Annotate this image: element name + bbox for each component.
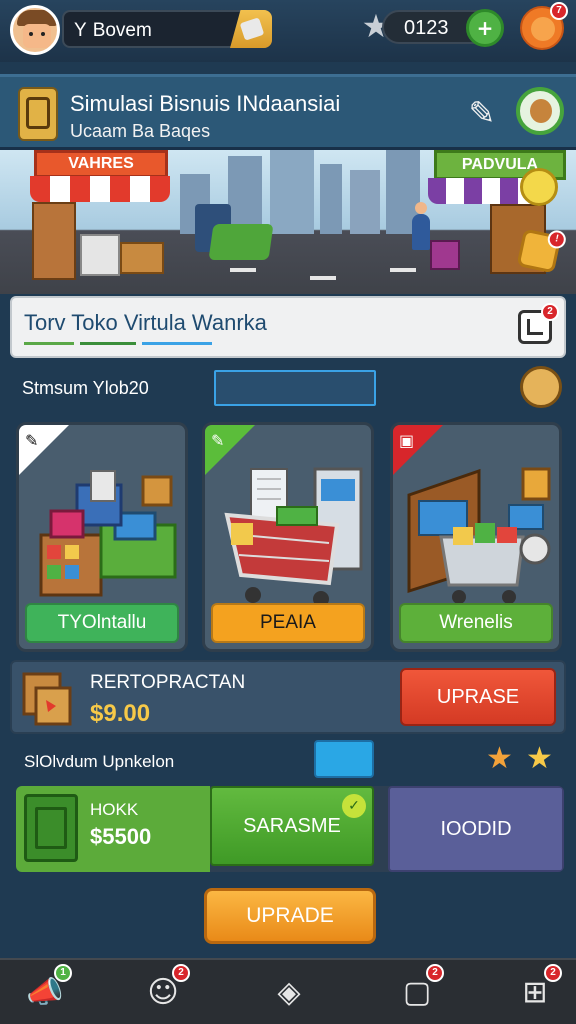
crate-icon: [22, 672, 72, 726]
upgrade-title: RERTOPRACTAN: [90, 672, 246, 693]
tag-icon: ✎: [211, 431, 225, 450]
section-label-row-2: SlOlvdum Upnkelon ★ ★: [10, 740, 566, 784]
underline: [142, 342, 212, 345]
market-scene: VAHRES PADVULA: [0, 150, 576, 294]
left-stall-sign: VAHRES: [34, 150, 168, 178]
counter: [80, 234, 120, 276]
road-line: [310, 276, 336, 280]
eye-icon: [29, 32, 33, 36]
underline: [24, 342, 74, 345]
item-price: $5500: [90, 824, 152, 849]
nav-grid-icon[interactable]: ⊞ 2: [510, 964, 562, 1018]
section-label-row: Stmsum Ylob20: [10, 362, 566, 412]
section-label: Stmsum Ylob20: [22, 378, 149, 398]
safe-icon: [24, 794, 78, 862]
tag-icon: ▣: [399, 431, 415, 450]
notification-badge: 7: [550, 2, 568, 20]
purchase-button[interactable]: UPRASE: [400, 668, 556, 726]
edit-icon: [527, 319, 543, 335]
top-status-bar: Y Bovem ★ 0123 + 7: [0, 0, 576, 62]
profile-button[interactable]: [516, 87, 564, 135]
logo-frame: [26, 97, 50, 129]
upgrade-price: $9.00: [90, 700, 151, 727]
building: [320, 164, 342, 234]
price-tag-icon[interactable]: [520, 168, 558, 206]
safe-door: [35, 807, 67, 849]
player-avatar[interactable]: [10, 5, 60, 55]
discount-tag-icon[interactable]: !: [516, 228, 568, 274]
register-cart-illustration: [407, 467, 551, 604]
section-chip[interactable]: [314, 740, 374, 778]
page-subtitle: Ucaam Ba Baqes: [70, 121, 211, 141]
shopper-figure: [412, 202, 430, 250]
crate: [430, 240, 460, 270]
star-icon[interactable]: ★: [526, 742, 553, 776]
card-2-button[interactable]: PEAIA: [211, 603, 365, 643]
nav-shop-icon[interactable]: ▢ 2: [392, 964, 444, 1018]
nav-badge: 2: [426, 964, 444, 982]
nav-badge: 2: [172, 964, 190, 982]
underline: [80, 342, 136, 345]
star-icon[interactable]: ★: [486, 742, 513, 776]
product-card-3[interactable]: ▣ Wrenelis: [390, 422, 562, 652]
scroll-roll-icon[interactable]: [520, 366, 562, 408]
profile-face-icon: [530, 99, 552, 123]
nav-megaphone-icon[interactable]: 📣 1: [20, 964, 72, 1018]
nav-badge: 1: [54, 964, 72, 982]
product-card-1[interactable]: ✎ TYOlntallu: [16, 422, 188, 652]
item-panel: HOKK $5500: [16, 786, 210, 872]
awning: [30, 176, 170, 202]
building: [350, 170, 380, 234]
coin-amount: 0123: [404, 17, 449, 39]
tag-icon: ✎: [25, 431, 39, 450]
nav-character-icon[interactable]: ☺ 2: [138, 964, 190, 1018]
section-label: SlOlvdum Upnkelon: [24, 752, 175, 771]
section-input-field[interactable]: [214, 370, 376, 406]
pin-icon[interactable]: ✎: [462, 91, 502, 135]
upgrade-row-2: HOKK $5500 SARASME ✓ IOODID: [16, 786, 564, 872]
building: [270, 150, 314, 234]
store-name-bar[interactable]: Torv Toko Virtula Wanrka 2: [10, 296, 566, 358]
notifications-button[interactable]: 7: [520, 2, 568, 50]
nav-home-icon[interactable]: ◈: [264, 968, 314, 1018]
produce-box: [120, 242, 164, 274]
edit-badge: 2: [541, 303, 559, 321]
header-panel: Simulasi Bisnuis INdaansiai Ucaam Ba Baq…: [0, 74, 576, 150]
player-name: Y Bovem: [74, 20, 152, 42]
eye-icon: [41, 32, 45, 36]
shelf: [32, 202, 76, 280]
player-name-value: Bovem: [92, 20, 152, 41]
page-title: Simulasi Bisnuis INdaansiai: [70, 91, 341, 116]
add-coins-button[interactable]: +: [466, 9, 504, 47]
buy-green-label: SARASME: [243, 815, 341, 837]
cart-body: [208, 224, 274, 260]
bottom-nav: 📣 1 ☺ 2 ◈ ▢ 2 ⊞ 2: [0, 958, 576, 1024]
card-1-button[interactable]: TYOlntallu: [25, 603, 179, 643]
shop-logo-icon: [18, 87, 58, 141]
product-shelf-illustration: [39, 470, 177, 597]
coin-counter: 0123 +: [382, 9, 504, 47]
buy-purple-button[interactable]: IOODID: [388, 786, 564, 872]
nav-badge: 2: [544, 964, 562, 982]
upgrade-row-1: RERTOPRACTAN $9.00 UPRASE: [10, 660, 566, 734]
shopping-cart-illustration: [224, 467, 363, 607]
check-icon: ✓: [342, 794, 366, 818]
road-line: [390, 268, 416, 272]
store-title: Torv Toko Virtula Wanrka: [24, 310, 267, 335]
smiley-icon: [531, 17, 555, 41]
right-market-stall: PADVULA: [420, 150, 576, 294]
face-icon: [23, 24, 51, 48]
left-market-stall: VAHRES: [0, 150, 170, 294]
product-card-2[interactable]: ✎ PEAIA: [202, 422, 374, 652]
card-3-button[interactable]: Wrenelis: [399, 603, 553, 643]
vendor-cart: [195, 194, 275, 270]
upgrade-button[interactable]: UPRADE: [204, 888, 376, 944]
buy-green-button[interactable]: SARASME ✓: [210, 786, 374, 866]
player-name-lead: Y: [74, 20, 87, 41]
player-name-pill[interactable]: Y Bovem: [62, 10, 272, 48]
edit-store-button[interactable]: 2: [518, 303, 559, 344]
item-name: HOKK: [90, 800, 139, 819]
